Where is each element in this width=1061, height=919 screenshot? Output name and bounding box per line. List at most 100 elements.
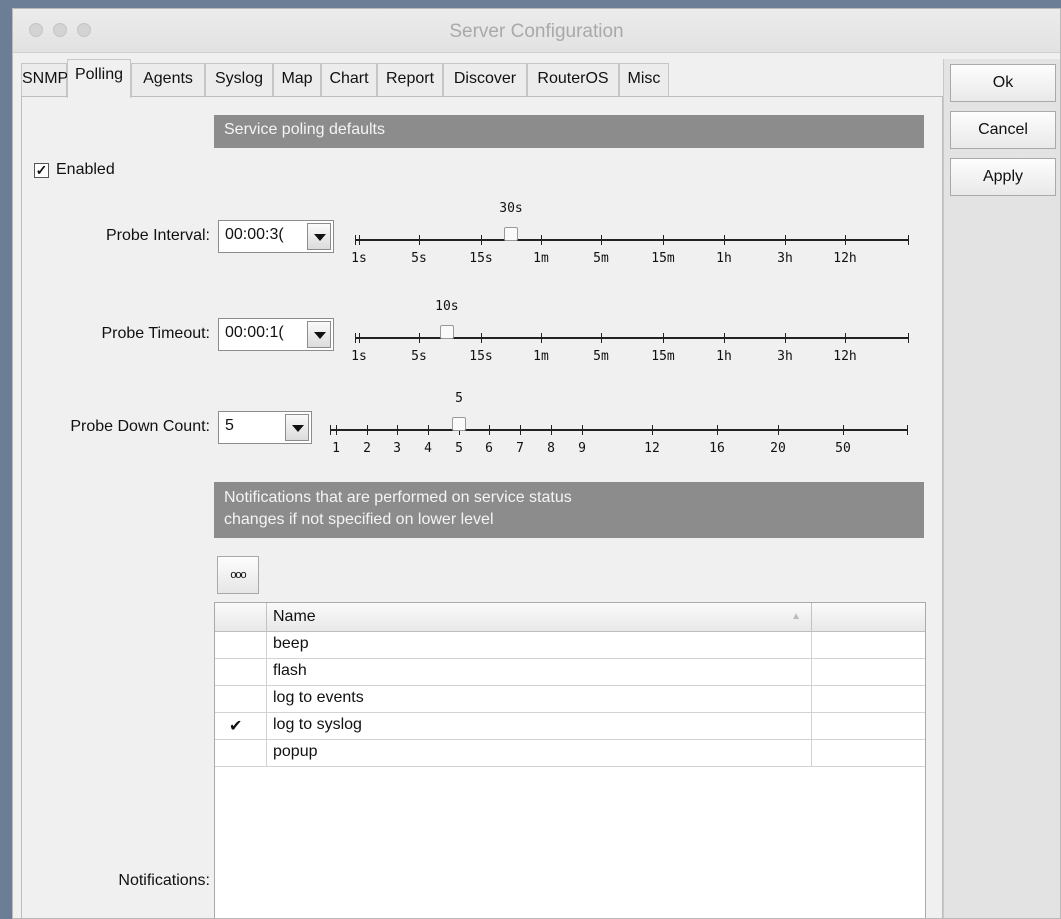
slider-tick-label: 5s	[411, 251, 427, 266]
table-row[interactable]: ✔ log to syslog	[215, 713, 925, 740]
slider-tick	[481, 235, 482, 245]
probe-down-count-slider[interactable]: 1 2 3 4 5 6 7 8 9 12 16 20 50 5	[330, 391, 908, 459]
action-button-panel: Ok Cancel Apply	[943, 59, 1060, 918]
slider-tick-label: 9	[578, 441, 586, 456]
slider-tick	[724, 235, 725, 245]
slider-value-label: 30s	[499, 201, 523, 216]
slider-tick	[330, 425, 331, 435]
table-row[interactable]: beep	[215, 632, 925, 659]
slider-tick	[845, 235, 846, 245]
slider-track[interactable]	[355, 239, 909, 241]
slider-tick	[843, 425, 844, 435]
table-row[interactable]: log to events	[215, 686, 925, 713]
slider-tick	[663, 235, 664, 245]
slider-thumb[interactable]	[439, 325, 454, 339]
slider-tick	[582, 425, 583, 435]
table-row[interactable]: popup	[215, 740, 925, 767]
row-name: log to events	[267, 686, 812, 713]
slider-track[interactable]	[355, 337, 909, 339]
row-extra	[812, 740, 925, 767]
probe-interval-label: Probe Interval:	[105, 227, 210, 244]
polling-tab-panel: Service poling defaults ✓ Enabled Probe …	[21, 96, 943, 918]
slider-tick	[907, 425, 908, 435]
row-check	[215, 632, 267, 659]
slider-tick-label: 4	[424, 441, 432, 456]
tab-syslog[interactable]: Syslog	[205, 63, 273, 97]
window-title: Server Configuration	[449, 21, 624, 42]
probe-timeout-value: 00:00:1(	[225, 324, 284, 341]
slider-tick	[908, 235, 909, 245]
slider-tick	[717, 425, 718, 435]
row-name: beep	[267, 632, 812, 659]
tab-agents[interactable]: Agents	[131, 63, 205, 97]
notifications-label: Notifications:	[118, 872, 210, 889]
tab-misc[interactable]: Misc	[619, 63, 669, 97]
slider-tick-label: 15s	[469, 349, 493, 364]
row-check: ✔	[215, 713, 267, 740]
slider-tick	[908, 333, 909, 343]
slider-tick	[481, 333, 482, 343]
slider-tick	[419, 333, 420, 343]
ok-button[interactable]: Ok	[950, 64, 1056, 102]
enabled-label: Enabled	[56, 161, 115, 178]
row-extra	[812, 686, 925, 713]
slider-tick	[601, 333, 602, 343]
slider-tick-label: 1m	[533, 251, 549, 266]
tab-routeros[interactable]: RouterOS	[527, 63, 619, 97]
slider-tick-label: 1	[332, 441, 340, 456]
tab-bar: SNMP Polling Agents Syslog Map Chart Rep…	[21, 59, 943, 98]
chevron-down-icon[interactable]	[285, 414, 309, 441]
slider-value-label: 10s	[435, 299, 459, 314]
probe-interval-slider[interactable]: 1s 5s 15s 1m 5m 15m 1h 3h 12h 30s	[351, 201, 909, 269]
row-extra	[812, 659, 925, 686]
tab-chart[interactable]: Chart	[321, 63, 377, 97]
slider-tick-label: 15m	[651, 349, 675, 364]
probe-timeout-select[interactable]: 00:00:1(	[218, 318, 334, 351]
table-row[interactable]: flash	[215, 659, 925, 686]
row-extra	[812, 713, 925, 740]
title-bar: Server Configuration	[13, 9, 1060, 53]
row-name: log to syslog	[267, 713, 812, 740]
apply-button[interactable]: Apply	[950, 158, 1056, 196]
tab-map[interactable]: Map	[273, 63, 321, 97]
slider-tick-label: 12	[644, 441, 660, 456]
slider-tick-label: 50	[835, 441, 851, 456]
row-name: flash	[267, 659, 812, 686]
service-polling-banner: Service poling defaults	[214, 115, 924, 148]
slider-tick-label: 5s	[411, 349, 427, 364]
row-extra	[812, 632, 925, 659]
slider-tick	[355, 235, 356, 245]
probe-interval-select[interactable]: 00:00:3(	[218, 220, 334, 253]
slider-tick	[541, 333, 542, 343]
slider-tick-label: 3h	[777, 251, 793, 266]
slider-track[interactable]	[330, 429, 908, 431]
column-header-check[interactable]	[215, 603, 267, 632]
slider-tick	[663, 333, 664, 343]
slider-thumb[interactable]	[452, 417, 466, 431]
tab-discover[interactable]: Discover	[443, 63, 527, 97]
chevron-down-icon[interactable]	[307, 321, 331, 348]
enabled-checkbox[interactable]: ✓	[34, 163, 49, 178]
column-header-extra[interactable]	[812, 603, 925, 632]
slider-tick-label: 16	[709, 441, 725, 456]
tab-snmp[interactable]: SNMP	[21, 63, 68, 97]
probe-timeout-slider[interactable]: 1s 5s 15s 1m 5m 15m 1h 3h 12h 10s	[351, 299, 909, 367]
slider-tick	[785, 235, 786, 245]
slider-tick-label: 3h	[777, 349, 793, 364]
cancel-button[interactable]: Cancel	[950, 111, 1056, 149]
row-check	[215, 686, 267, 713]
row-check	[215, 740, 267, 767]
notifications-options-button[interactable]: ooo	[217, 556, 259, 594]
probe-down-count-value: 5	[225, 417, 234, 434]
slider-tick	[359, 333, 360, 343]
slider-tick	[359, 235, 360, 245]
notifications-table: Name ▲ beep flash log to events ✔ log to…	[214, 602, 926, 918]
slider-tick	[367, 425, 368, 435]
column-header-name[interactable]: Name ▲	[267, 603, 812, 632]
slider-thumb[interactable]	[504, 227, 518, 241]
chevron-down-icon[interactable]	[307, 223, 331, 250]
tab-polling[interactable]: Polling	[67, 59, 131, 98]
probe-down-count-select[interactable]: 5	[218, 411, 312, 444]
slider-tick	[336, 425, 337, 435]
tab-report[interactable]: Report	[377, 63, 443, 97]
